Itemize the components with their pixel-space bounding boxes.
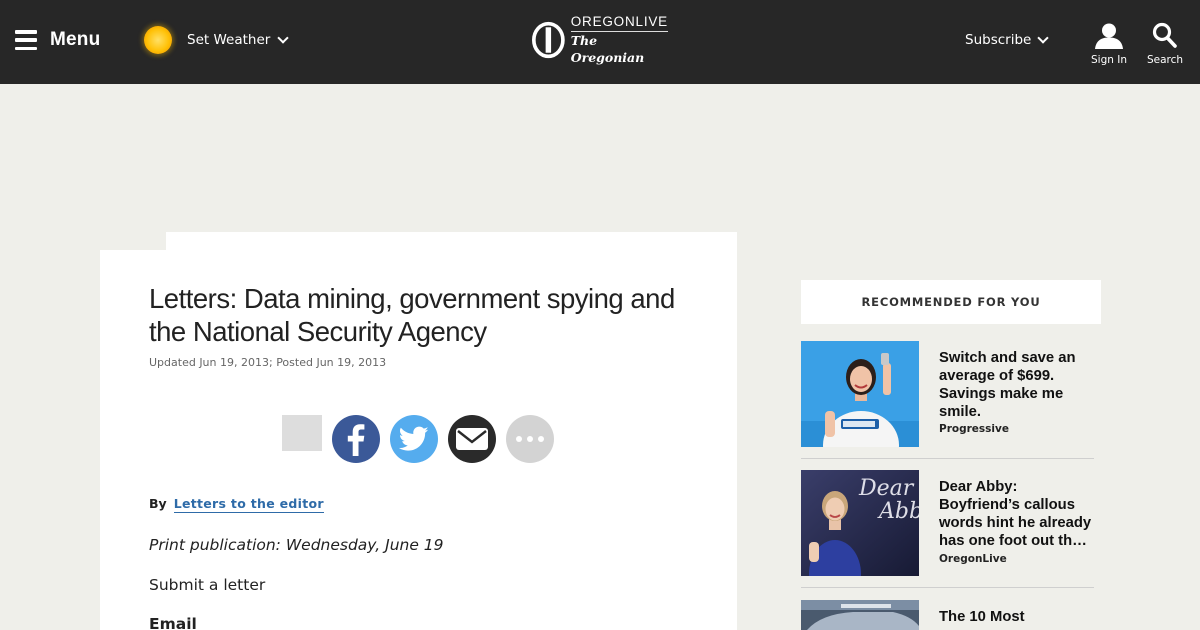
- recommended-title: Switch and save an average of $699. Savi…: [939, 350, 1076, 420]
- share-bar: [282, 415, 564, 463]
- recommended-thumbnail: Dear Abb: [801, 470, 919, 576]
- recommended-source: OregonLive: [939, 553, 1007, 565]
- recommended-thumbnail: [801, 600, 919, 630]
- share-placeholder: [282, 415, 322, 451]
- byline: By Letters to the editor: [149, 496, 324, 513]
- envelope-icon: [456, 428, 488, 450]
- recommended-source: Progressive: [939, 423, 1009, 435]
- hamburger-icon: [15, 30, 37, 50]
- svg-text:Dear: Dear: [858, 476, 915, 501]
- logo-the-oregonian: The Oregonian: [570, 33, 645, 65]
- chevron-down-icon: [277, 31, 289, 44]
- user-icon: [1095, 23, 1123, 49]
- recommended-item[interactable]: Switch and save an average of $699. Savi…: [801, 341, 1094, 447]
- subscribe-button[interactable]: Subscribe: [965, 31, 1049, 48]
- sign-in-button[interactable]: Sign In: [1090, 22, 1128, 66]
- logo-oregonlive: OREGONLIVE: [570, 14, 668, 32]
- email-share-button[interactable]: [448, 415, 496, 463]
- more-dots-icon: [516, 436, 544, 442]
- recommended-title: Dear Abby: Boyfriend’s callous words hin…: [939, 479, 1092, 549]
- divider: [801, 587, 1094, 588]
- recommended-item[interactable]: The 10 Most: [801, 600, 1094, 630]
- recommended-item[interactable]: Dear Abb Dear Abby: Boyfriend’s callous …: [801, 470, 1094, 576]
- oregonian-o-icon: [532, 21, 565, 59]
- chevron-down-icon: [1037, 31, 1049, 44]
- divider: [801, 458, 1094, 459]
- top-nav: Menu Set Weather OREGONLIVE The Oregonia…: [0, 0, 1200, 84]
- facebook-icon: [347, 424, 365, 456]
- recommended-header: RECOMMENDED FOR YOU: [801, 280, 1101, 324]
- facebook-share-button[interactable]: [332, 415, 380, 463]
- menu-label: Menu: [50, 29, 101, 50]
- weather-label: Set Weather: [187, 32, 271, 48]
- recommended-title: The 10 Most: [939, 609, 1025, 625]
- set-weather-button[interactable]: Set Weather: [144, 26, 289, 54]
- submit-letter-text: Submit a letter: [149, 576, 266, 594]
- subscribe-label: Subscribe: [965, 32, 1032, 48]
- article-headline: Letters: Data mining, government spying …: [149, 283, 675, 347]
- author-link[interactable]: Letters to the editor: [173, 496, 324, 513]
- email-heading: Email: [149, 615, 197, 630]
- twitter-share-button[interactable]: [390, 415, 438, 463]
- twitter-icon: [399, 426, 429, 451]
- sun-icon: [144, 26, 172, 54]
- search-button[interactable]: Search: [1146, 22, 1184, 66]
- svg-text:Abb: Abb: [877, 499, 919, 524]
- sign-in-label: Sign In: [1091, 54, 1127, 66]
- article-dates: Updated Jun 19, 2013; Posted Jun 19, 201…: [149, 356, 387, 369]
- article-card-tab: [166, 232, 737, 252]
- recommended-thumbnail: [801, 341, 919, 447]
- byline-prefix: By: [149, 496, 167, 511]
- site-logo[interactable]: OREGONLIVE The Oregonian: [532, 14, 668, 65]
- print-publication: Print publication: Wednesday, June 19: [149, 536, 444, 554]
- search-label: Search: [1146, 54, 1184, 66]
- more-share-button[interactable]: [506, 415, 554, 463]
- menu-button[interactable]: Menu: [15, 29, 100, 51]
- search-icon: [1152, 22, 1177, 48]
